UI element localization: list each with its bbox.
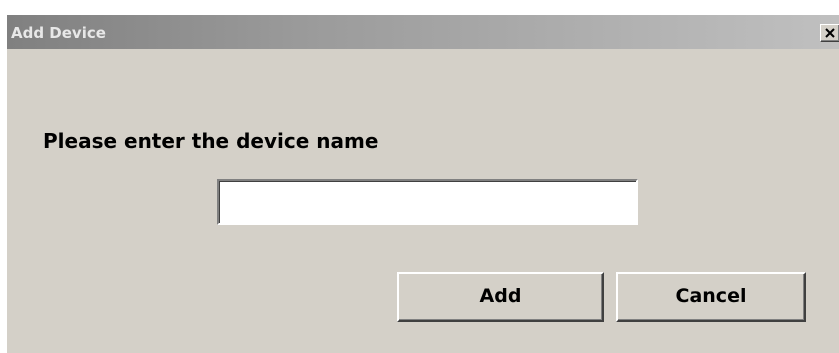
- add-button[interactable]: Add: [397, 272, 604, 322]
- dialog-title: Add Device: [11, 24, 106, 42]
- close-button[interactable]: [820, 24, 839, 42]
- device-name-input[interactable]: [217, 179, 638, 225]
- add-device-dialog: Add Device Please enter the device name …: [6, 14, 839, 353]
- cancel-button[interactable]: Cancel: [616, 272, 806, 322]
- device-name-prompt: Please enter the device name: [43, 129, 379, 153]
- close-icon: [825, 28, 835, 38]
- title-bar[interactable]: Add Device: [7, 15, 839, 49]
